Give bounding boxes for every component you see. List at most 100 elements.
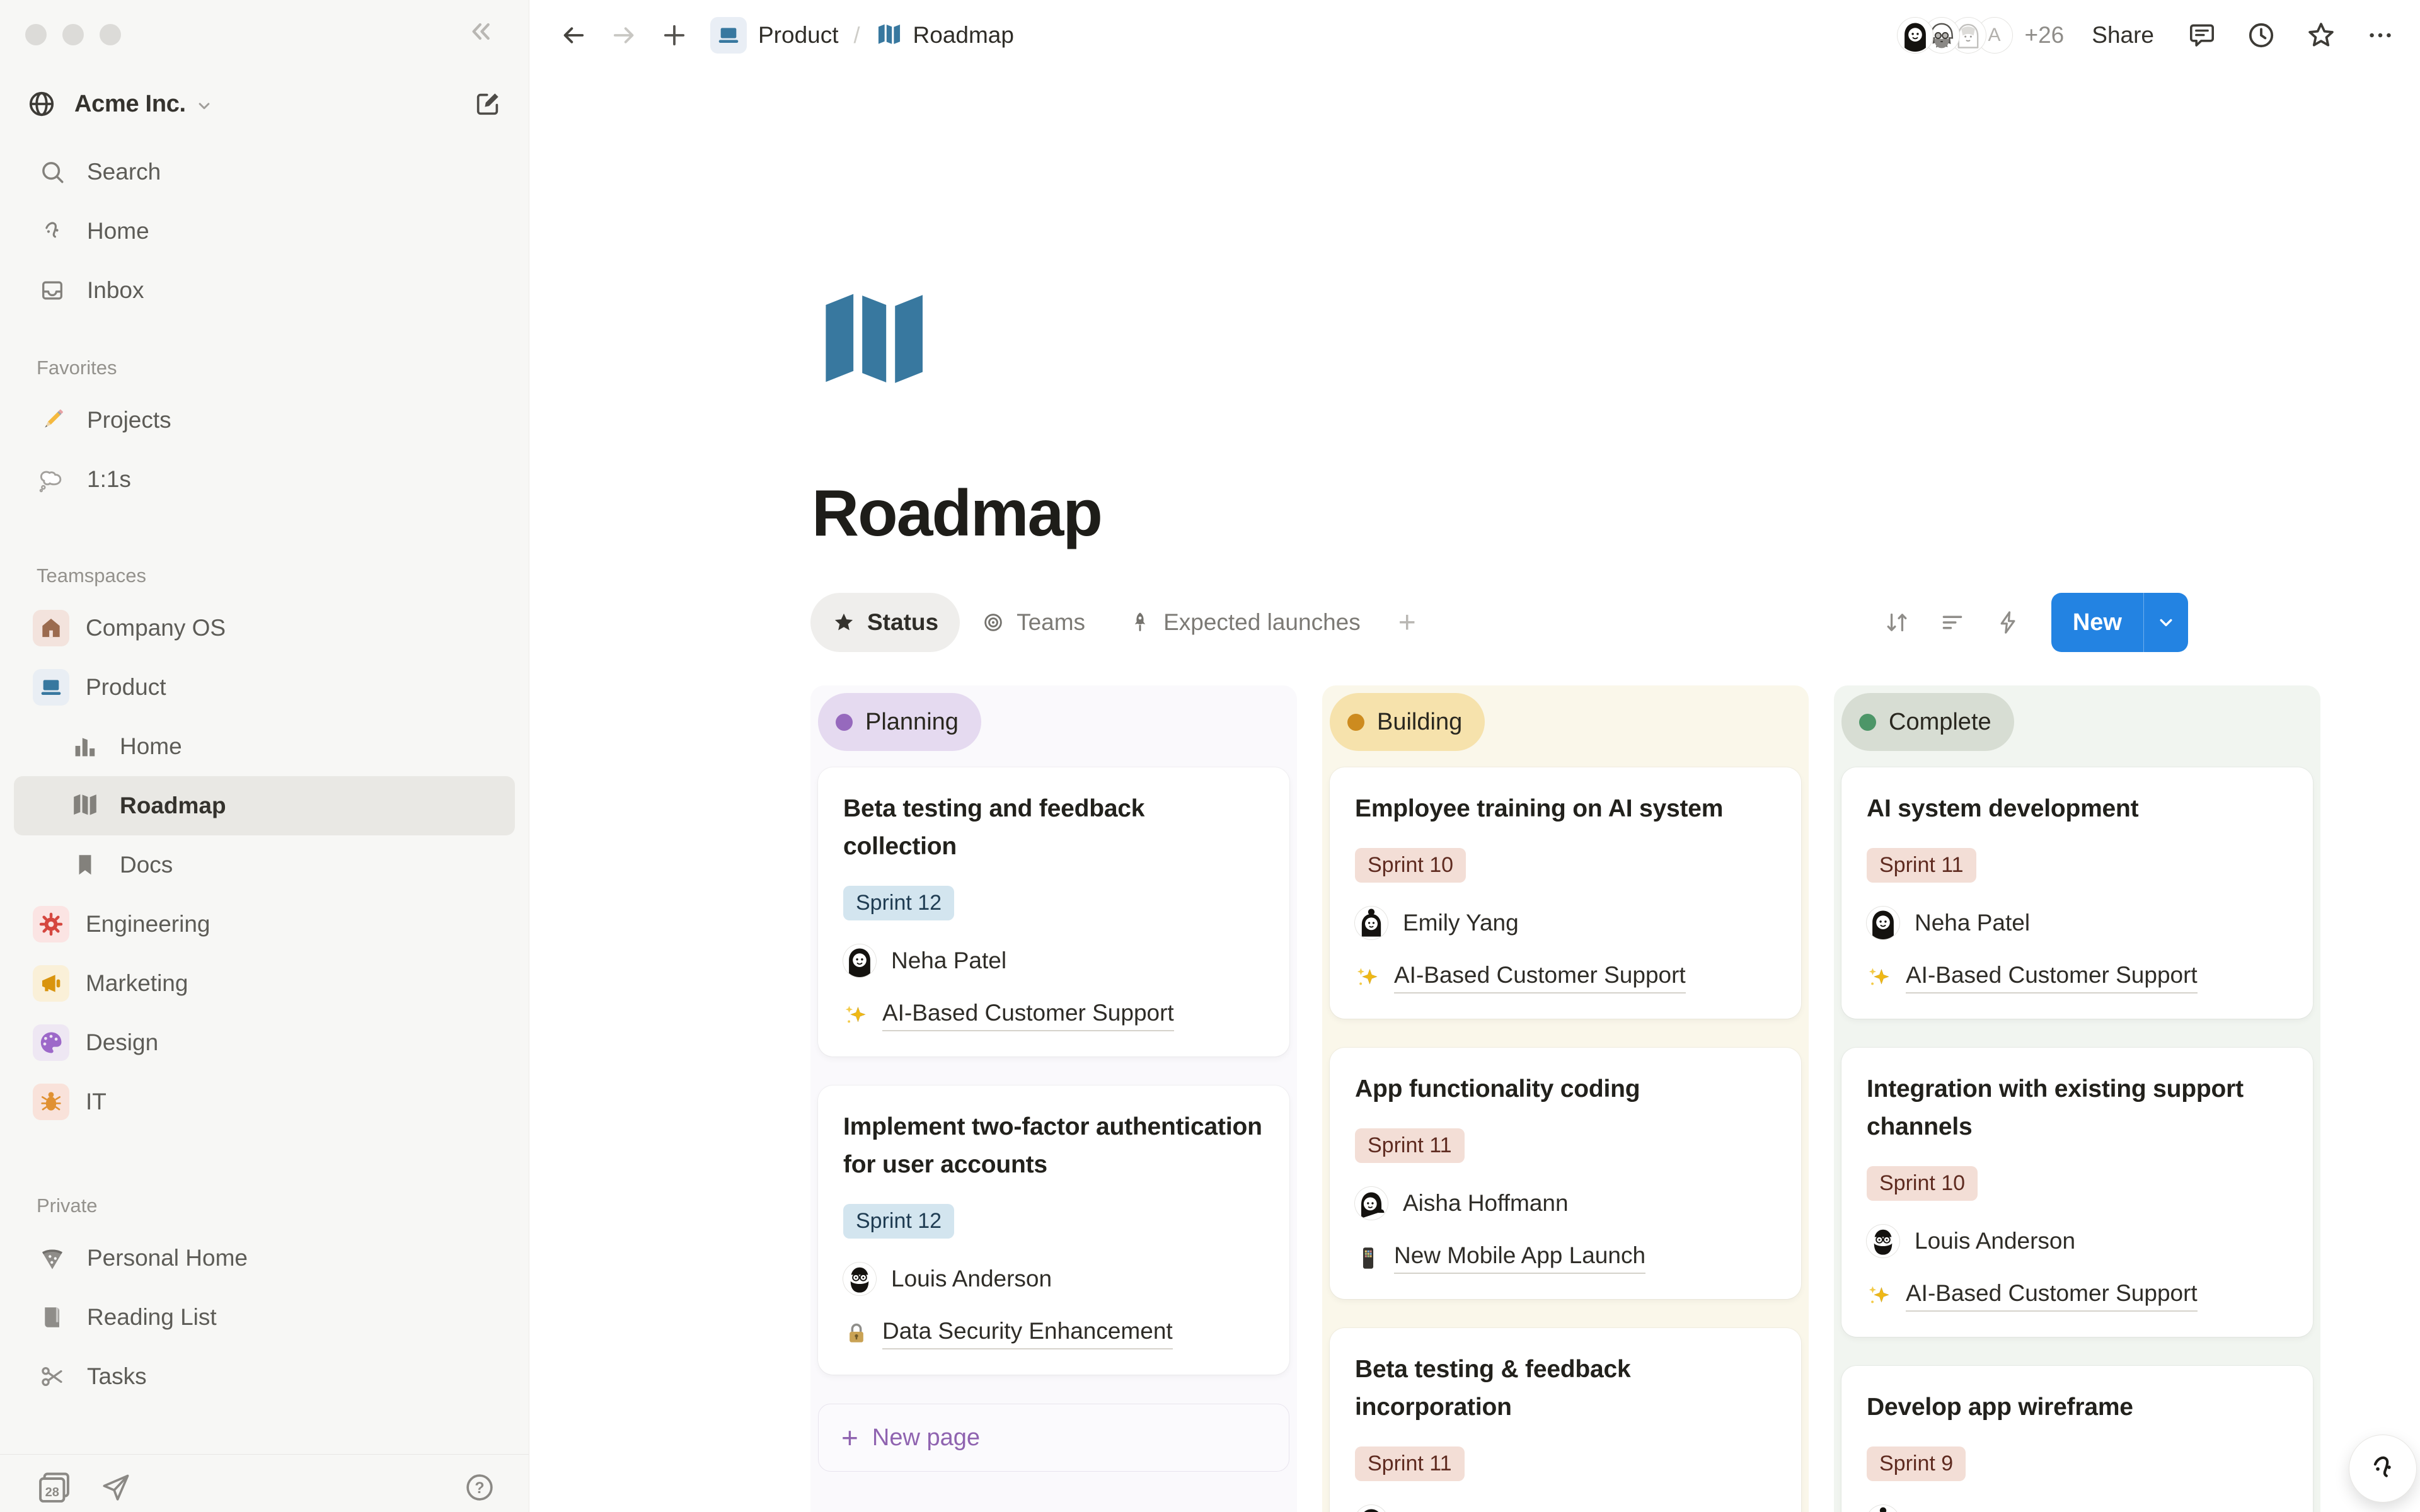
sidebar-item-roadmap[interactable]: Roadmap [14, 776, 515, 835]
sprint-tag: Sprint 10 [1867, 1166, 1978, 1201]
window-controls[interactable] [25, 24, 121, 45]
automation-bolt-icon[interactable] [1994, 609, 2022, 636]
related-page-link[interactable]: AI-Based Customer Support [843, 1000, 1264, 1031]
new-button[interactable]: New [2051, 593, 2188, 652]
card-ai-system-development[interactable]: AI system development Sprint 11 Neha Pat… [1841, 767, 2313, 1019]
buildings-icon [69, 731, 101, 762]
related-page-link[interactable]: AI-Based Customer Support [1867, 962, 2288, 994]
column-header-building[interactable]: Building [1330, 693, 1485, 751]
related-page-link[interactable]: AI-Based Customer Support [1355, 962, 1776, 994]
sidebar: Acme Inc. Search Home Inbox Favorites [0, 0, 529, 1512]
sidebar-item-label: Tasks [87, 1363, 147, 1390]
card-two-factor-authentication[interactable]: Implement two-factor authentication for … [818, 1085, 1289, 1375]
sparkles-icon [843, 1002, 870, 1029]
new-page-label: New page [872, 1424, 980, 1452]
sidebar-item-personal-home[interactable]: Personal Home [14, 1228, 515, 1288]
column-name: Complete [1889, 709, 1991, 736]
calendar-icon[interactable] [37, 1470, 72, 1505]
sidebar-item-marketing[interactable]: Marketing [14, 954, 515, 1013]
section-label-favorites: Favorites [14, 357, 515, 379]
column-building: Building Employee training on AI system … [1322, 685, 1809, 1512]
related-page-link[interactable]: New Mobile App Launch [1355, 1242, 1776, 1274]
workspace-switcher[interactable]: Acme Inc. [26, 81, 502, 127]
person-name: Emily Yang [1403, 910, 1519, 936]
tab-status[interactable]: Status [810, 593, 960, 652]
collapse-sidebar-icon[interactable] [466, 18, 493, 45]
sidebar-item-product[interactable]: Product [14, 658, 515, 717]
status-dot [1347, 714, 1364, 731]
card-app-functionality-coding[interactable]: App functionality coding Sprint 11 Aisha… [1330, 1048, 1801, 1299]
lock-icon [843, 1320, 870, 1347]
status-dot [836, 714, 853, 731]
card-develop-app-wireframe[interactable]: Develop app wireframe Sprint 9 Emily Yan… [1841, 1366, 2313, 1512]
new-button-dropdown[interactable] [2143, 593, 2188, 652]
person-name: Neha Patel [1915, 910, 2030, 936]
sidebar-item-company-os[interactable]: Company OS [14, 598, 515, 658]
avatar [843, 944, 876, 977]
sidebar-item-label: Company OS [86, 615, 226, 641]
add-view-button[interactable]: + [1398, 605, 1416, 640]
page-icon-map[interactable] [818, 281, 955, 418]
new-page-compose-button[interactable] [473, 89, 502, 118]
link-label: AI-Based Customer Support [1906, 962, 2198, 994]
related-page-link[interactable]: AI-Based Customer Support [1867, 1280, 2288, 1312]
plus-icon: + [841, 1421, 858, 1455]
card-title: Implement two-factor authentication for … [843, 1108, 1264, 1184]
card-beta-testing-feedback-collection[interactable]: Beta testing and feedback collection Spr… [818, 767, 1289, 1057]
link-label: Data Security Enhancement [882, 1318, 1173, 1349]
new-button-label[interactable]: New [2051, 593, 2143, 652]
card-beta-testing-incorporation[interactable]: Beta testing & feedback incorporation Sp… [1330, 1328, 1801, 1512]
tab-teams[interactable]: Teams [960, 593, 1107, 652]
plus-icon[interactable] [660, 21, 689, 50]
teamspaces-section: Teamspaces Company OS Product Home Roadm… [14, 564, 515, 1131]
book-icon [37, 1302, 68, 1333]
back-icon[interactable] [559, 21, 588, 50]
new-page-button[interactable]: + New page [818, 1404, 1289, 1472]
notion-app: Acme Inc. Search Home Inbox Favorites [0, 0, 2420, 1512]
chevron-down-icon [195, 96, 214, 115]
invite-send-icon[interactable] [100, 1471, 132, 1504]
sidebar-item-search[interactable]: Search [14, 142, 515, 202]
link-label: AI-Based Customer Support [882, 1000, 1174, 1031]
avatar [1355, 1505, 1388, 1512]
sidebar-item-1-1s[interactable]: 1:1s [14, 450, 515, 509]
page-title[interactable]: Roadmap [812, 476, 1102, 551]
pizza-icon [37, 1242, 68, 1274]
notion-ai-button[interactable] [2349, 1435, 2416, 1502]
sidebar-item-inbox[interactable]: Inbox [14, 261, 515, 320]
column-header-planning[interactable]: Planning [818, 693, 981, 751]
sidebar-item-home[interactable]: Home [14, 202, 515, 261]
sidebar-item-docs[interactable]: Docs [14, 835, 515, 895]
sidebar-item-product-home[interactable]: Home [14, 717, 515, 776]
person-name: Emily Yang [1915, 1508, 2031, 1512]
related-page-link[interactable]: Data Security Enhancement [843, 1318, 1264, 1349]
help-icon[interactable] [463, 1471, 496, 1504]
sparkles-icon [1355, 965, 1381, 991]
search-icon [37, 156, 68, 188]
sort-icon[interactable] [1883, 609, 1911, 636]
avatar [843, 1263, 876, 1295]
column-name: Planning [865, 709, 959, 736]
sidebar-item-engineering[interactable]: Engineering [14, 895, 515, 954]
sidebar-item-projects[interactable]: Projects [14, 391, 515, 450]
sidebar-item-design[interactable]: Design [14, 1013, 515, 1072]
card-integration-support-channels[interactable]: Integration with existing support channe… [1841, 1048, 2313, 1337]
tab-expected-launches[interactable]: Expected launches [1107, 593, 1382, 652]
star-icon [832, 610, 856, 634]
sidebar-nav: Search Home Inbox [14, 142, 515, 320]
sidebar-item-tasks[interactable]: Tasks [14, 1347, 515, 1406]
thought-balloon-icon [37, 464, 68, 495]
card-employee-training[interactable]: Employee training on AI system Sprint 10… [1330, 767, 1801, 1019]
kanban-board: Planning Beta testing and feedback colle… [810, 685, 2320, 1512]
minimize-window-button[interactable] [62, 24, 84, 45]
filter-icon[interactable] [1939, 609, 1966, 636]
column-header-complete[interactable]: Complete [1841, 693, 2014, 751]
section-label-private: Private [14, 1194, 515, 1217]
bookmark-icon [69, 849, 101, 881]
close-window-button[interactable] [25, 24, 47, 45]
sidebar-item-reading-list[interactable]: Reading List [14, 1288, 515, 1347]
private-section: Private Personal Home Reading List Tasks [14, 1194, 515, 1406]
sidebar-item-it[interactable]: IT [14, 1072, 515, 1131]
forward-icon[interactable] [609, 21, 638, 50]
zoom-window-button[interactable] [100, 24, 121, 45]
